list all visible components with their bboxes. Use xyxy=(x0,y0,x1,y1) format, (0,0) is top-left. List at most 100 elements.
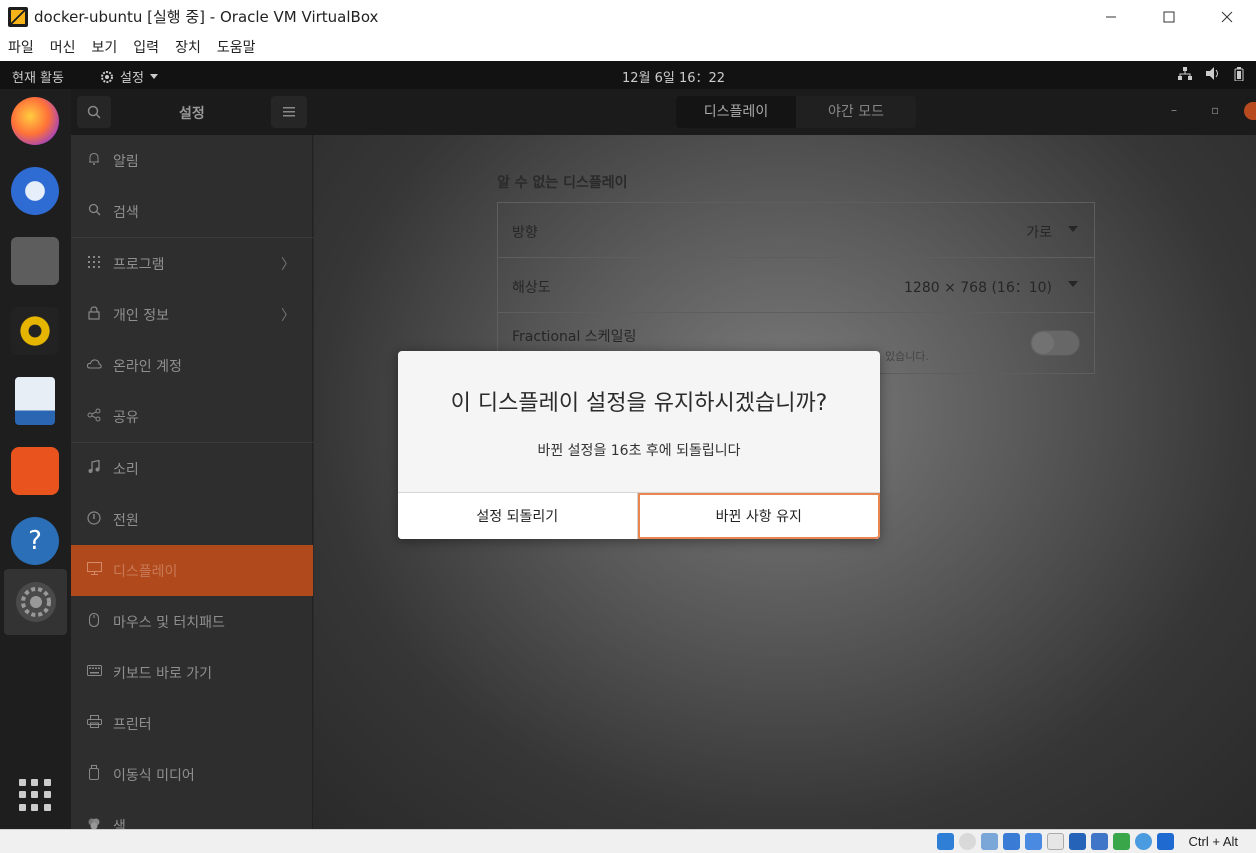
sidebar-item-notifications[interactable]: 알림 xyxy=(71,135,313,186)
thunderbird-icon[interactable] xyxy=(11,167,59,215)
virtualbox-icon xyxy=(8,6,28,27)
orientation-row[interactable]: 방향 가로 xyxy=(498,203,1094,258)
sidebar-item-mouse-touchpad[interactable]: 마우스 및 터치패드 xyxy=(71,596,313,647)
sidebar-item-label: 온라인 계정 xyxy=(113,358,182,375)
search-button[interactable] xyxy=(77,96,111,128)
sidebar-item-search[interactable]: 검색 xyxy=(71,186,313,237)
search-icon xyxy=(87,105,101,119)
keep-display-settings-dialog: 이 디스플레이 설정을 유지하시겠습니까? 바뀐 설정을 16초 후에 되돌립니… xyxy=(398,351,880,539)
printer-icon xyxy=(85,715,103,732)
shared-folders-icon[interactable] xyxy=(1047,833,1064,850)
window-minimize-icon[interactable]: – xyxy=(1171,103,1177,117)
gear-icon xyxy=(101,70,113,83)
sidebar-item-color[interactable]: 색 xyxy=(71,800,313,829)
help-icon[interactable]: ? xyxy=(11,517,59,565)
close-button[interactable] xyxy=(1198,0,1256,33)
mouse-integration-icon[interactable] xyxy=(1135,833,1152,850)
sidebar-item-label: 키보드 바로 가기 xyxy=(113,665,213,682)
sidebar-item-label: 프린터 xyxy=(113,716,152,733)
libreoffice-writer-icon[interactable] xyxy=(15,377,55,425)
sidebar-item-sound[interactable]: 소리 xyxy=(71,443,313,494)
power-icon xyxy=(85,510,103,529)
display-section-title: 알 수 없는 디스플레이 xyxy=(497,175,628,191)
minimize-button[interactable] xyxy=(1082,0,1140,33)
rhythmbox-icon[interactable] xyxy=(11,307,59,355)
vbox-status-icons xyxy=(937,833,1174,850)
system-tray[interactable] xyxy=(1178,67,1244,81)
sidebar-item-label: 검색 xyxy=(113,204,139,221)
display-icon[interactable] xyxy=(1069,833,1086,850)
chevron-right-icon: 〉 xyxy=(281,256,295,273)
guest-screen: 현재 활동 설정 12월 6일 16：22 ? 설정 디스플레이 야간 모드 –… xyxy=(0,61,1256,829)
dock-settings-item[interactable] xyxy=(4,569,67,635)
cloud-icon xyxy=(85,358,103,373)
sidebar-item-label: 알림 xyxy=(113,153,139,170)
sidebar-item-label: 전원 xyxy=(113,512,139,529)
window-close-icon[interactable] xyxy=(1244,102,1256,120)
firefox-icon[interactable] xyxy=(11,97,59,145)
keep-changes-button[interactable]: 바뀐 사항 유지 xyxy=(637,493,880,539)
bell-icon xyxy=(85,152,103,169)
activities-button[interactable]: 현재 활동 xyxy=(12,67,64,86)
sidebar-item-keyboard-shortcuts[interactable]: 키보드 바로 가기 xyxy=(71,647,313,698)
video-capture-icon[interactable] xyxy=(1091,833,1108,850)
menu-file[interactable]: 파일 xyxy=(8,37,34,57)
orientation-label: 방향 xyxy=(512,225,538,241)
sidebar-item-applications[interactable]: 프로그램 〉 xyxy=(71,238,313,289)
sidebar-item-label: 디스플레이 xyxy=(113,563,178,580)
menu-devices[interactable]: 장치 xyxy=(175,37,201,57)
software-center-icon[interactable] xyxy=(11,447,59,495)
tab-night-light[interactable]: 야간 모드 xyxy=(796,96,916,128)
sidebar-item-printers[interactable]: 프린터 xyxy=(71,698,313,749)
sidebar-item-privacy[interactable]: 개인 정보 〉 xyxy=(71,289,313,340)
files-icon[interactable] xyxy=(11,237,59,285)
dropdown-arrow-icon xyxy=(1068,281,1078,287)
hamburger-icon xyxy=(283,107,295,117)
usb-drive-icon xyxy=(85,765,103,784)
vbox-menubar: 파일 머신 보기 입력 장치 도움말 xyxy=(0,33,1256,61)
keyboard-icon xyxy=(85,665,103,680)
menu-help[interactable]: 도움말 xyxy=(217,37,256,57)
menu-view[interactable]: 보기 xyxy=(92,37,118,57)
cpu-icon[interactable] xyxy=(1113,833,1130,850)
hamburger-menu-button[interactable] xyxy=(271,96,307,128)
chevron-right-icon: 〉 xyxy=(281,307,295,324)
search-icon xyxy=(85,203,103,220)
revert-settings-button[interactable]: 설정 되돌리기 xyxy=(398,493,638,539)
grid-icon xyxy=(85,255,103,272)
optical-drive-icon[interactable] xyxy=(959,833,976,850)
settings-title: 설정 xyxy=(179,106,205,122)
maximize-button[interactable] xyxy=(1140,0,1198,33)
sidebar-item-online-accounts[interactable]: 온라인 계정 xyxy=(71,340,313,391)
sidebar-item-label: 색 xyxy=(113,818,126,830)
usb-icon[interactable] xyxy=(1025,833,1042,850)
menu-input[interactable]: 입력 xyxy=(133,37,159,57)
sidebar-item-label: 소리 xyxy=(113,461,139,478)
sidebar-item-label: 이동식 미디어 xyxy=(113,767,195,784)
monitor-icon xyxy=(85,561,103,579)
clock[interactable]: 12월 6일 16：22 xyxy=(622,67,725,86)
sidebar-item-removable-media[interactable]: 이동식 미디어 xyxy=(71,749,313,800)
volume-icon xyxy=(1206,67,1218,80)
resolution-row[interactable]: 해상도 1280 × 768 (16：10) xyxy=(498,258,1094,313)
network-adapter-icon[interactable] xyxy=(1003,833,1020,850)
settings-icon xyxy=(16,582,56,622)
sidebar-item-power[interactable]: 전원 xyxy=(71,494,313,545)
sidebar-item-displays[interactable]: 디스플레이 xyxy=(71,545,313,596)
window-titlebar: docker-ubuntu [실행 중] - Oracle VM Virtual… xyxy=(0,0,1256,33)
app-menu[interactable]: 설정 xyxy=(100,67,158,86)
show-applications-icon[interactable] xyxy=(19,779,51,811)
fractional-scaling-toggle[interactable] xyxy=(1030,330,1080,356)
window-title: docker-ubuntu [실행 중] - Oracle VM Virtual… xyxy=(34,8,379,26)
gnome-topbar: 현재 활동 설정 12월 6일 16：22 xyxy=(0,61,1256,89)
tab-display[interactable]: 디스플레이 xyxy=(676,96,796,128)
fractional-scaling-label: Fractional 스케일링 xyxy=(512,329,637,345)
window-maximize-icon[interactable]: ▫ xyxy=(1211,103,1219,117)
audio-icon[interactable] xyxy=(981,833,998,850)
settings-sidebar: 알림 검색 프로그램 〉 개인 정보 〉 온라인 계정 공유 소리 전원 디스플… xyxy=(71,135,313,829)
menu-machine[interactable]: 머신 xyxy=(50,37,76,57)
sidebar-item-sharing[interactable]: 공유 xyxy=(71,391,313,442)
battery-icon xyxy=(1234,67,1244,81)
keyboard-capture-icon[interactable] xyxy=(1157,833,1174,850)
hard-disk-icon[interactable] xyxy=(937,833,954,850)
